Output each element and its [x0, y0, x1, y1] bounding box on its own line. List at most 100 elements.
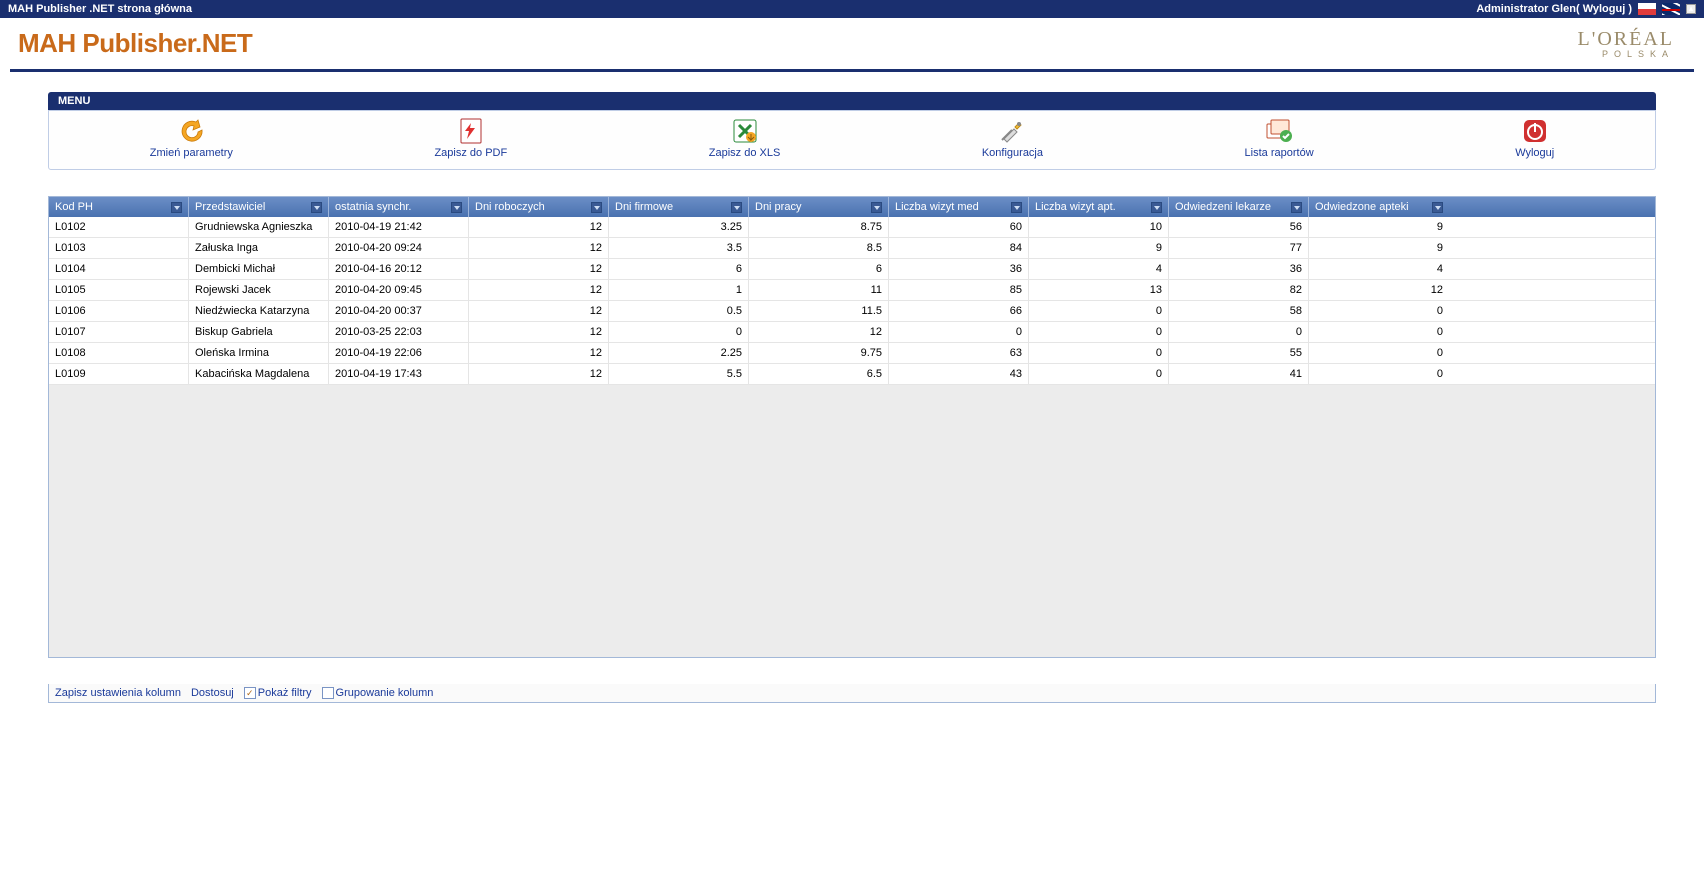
column-header[interactable]: Przedstawiciel [189, 197, 329, 217]
column-header[interactable]: Odwiedzone apteki [1309, 197, 1449, 217]
table-cell: 56 [1169, 217, 1309, 237]
table-row[interactable]: L0103Załuska Inga2010-04-20 09:24123.58.… [49, 238, 1655, 259]
table-cell: Dembicki Michał [189, 259, 329, 279]
column-menu-icon[interactable] [1011, 202, 1022, 213]
table-cell: 0 [1029, 343, 1169, 363]
tool-logout[interactable]: Wyloguj [1515, 117, 1554, 159]
app-title: MAH Publisher.NET [18, 28, 252, 59]
flag-uk-icon[interactable] [1662, 3, 1680, 15]
table-cell: 43 [889, 364, 1029, 384]
column-menu-icon[interactable] [591, 202, 602, 213]
table-cell: 2010-04-19 22:06 [329, 343, 469, 363]
topbar-admin: Administrator Glen( Wyloguj ) [1476, 3, 1632, 15]
customize-link[interactable]: Dostosuj [191, 687, 234, 699]
table-cell: 11 [749, 280, 889, 300]
group-columns-checkbox[interactable]: Grupowanie kolumn [322, 687, 434, 699]
table-cell: 12 [469, 364, 609, 384]
table-row[interactable]: L0105Rojewski Jacek2010-04-20 09:4512111… [49, 280, 1655, 301]
table-cell: 77 [1169, 238, 1309, 258]
table-cell: L0105 [49, 280, 189, 300]
column-menu-icon[interactable] [871, 202, 882, 213]
column-menu-icon[interactable] [311, 202, 322, 213]
topbar-right: Administrator Glen( Wyloguj ) ▴ [1476, 3, 1696, 15]
table-cell: 8.75 [749, 217, 889, 237]
column-menu-icon[interactable] [731, 202, 742, 213]
brand-logo: L'ORÉAL POLSKA [1578, 28, 1674, 59]
column-menu-icon[interactable] [1291, 202, 1302, 213]
column-menu-icon[interactable] [451, 202, 462, 213]
tool-label: Konfiguracja [982, 147, 1043, 159]
topbar-logout-link[interactable]: Wyloguj [1583, 3, 1626, 15]
flag-pl-icon[interactable] [1638, 3, 1656, 15]
data-grid: Kod PHPrzedstawicielostatnia synchr.Dni … [48, 196, 1656, 658]
table-row[interactable]: L0108Oleńska Irmina2010-04-19 22:06122.2… [49, 343, 1655, 364]
table-cell: 58 [1169, 301, 1309, 321]
table-cell: 0 [889, 322, 1029, 342]
table-cell: L0106 [49, 301, 189, 321]
table-cell: 2010-04-20 00:37 [329, 301, 469, 321]
table-cell: 0.5 [609, 301, 749, 321]
table-cell: 2010-03-25 22:03 [329, 322, 469, 342]
table-row[interactable]: L0109Kabacińska Magdalena2010-04-19 17:4… [49, 364, 1655, 385]
table-cell: L0102 [49, 217, 189, 237]
topbar-title: MAH Publisher .NET strona główna [8, 3, 192, 15]
table-cell: L0103 [49, 238, 189, 258]
table-cell: 5.5 [609, 364, 749, 384]
header-divider [10, 69, 1694, 72]
table-cell: Niedźwiecka Katarzyna [189, 301, 329, 321]
table-cell: 0 [609, 322, 749, 342]
tool-label: Lista raportów [1245, 147, 1314, 159]
table-cell: 0 [1029, 364, 1169, 384]
tool-label: Wyloguj [1515, 147, 1554, 159]
table-cell: 9 [1029, 238, 1169, 258]
table-row[interactable]: L0107Biskup Gabriela2010-03-25 22:031201… [49, 322, 1655, 343]
grid-header: Kod PHPrzedstawicielostatnia synchr.Dni … [49, 197, 1655, 217]
table-cell: 0 [1309, 301, 1449, 321]
column-menu-icon[interactable] [1432, 202, 1443, 213]
table-row[interactable]: L0102Grudniewska Agnieszka2010-04-19 21:… [49, 217, 1655, 238]
table-cell: 6.5 [749, 364, 889, 384]
tool-settings[interactable]: Konfiguracja [982, 117, 1043, 159]
tool-save-xls[interactable]: Zapisz do XLS [709, 117, 781, 159]
toolbar: Zmień parametry Zapisz do PDF Zapisz do … [48, 110, 1656, 170]
column-header[interactable]: Odwiedzeni lekarze [1169, 197, 1309, 217]
report-list-icon [1261, 117, 1297, 145]
table-cell: 4 [1309, 259, 1449, 279]
tool-save-pdf[interactable]: Zapisz do PDF [434, 117, 507, 159]
show-filters-checkbox[interactable]: Pokaż filtry [244, 687, 312, 699]
column-menu-icon[interactable] [1151, 202, 1162, 213]
table-row[interactable]: L0106Niedźwiecka Katarzyna2010-04-20 00:… [49, 301, 1655, 322]
table-cell: 12 [469, 217, 609, 237]
grid-body[interactable]: L0102Grudniewska Agnieszka2010-04-19 21:… [49, 217, 1655, 657]
table-cell: L0109 [49, 364, 189, 384]
table-cell: Kabacińska Magdalena [189, 364, 329, 384]
column-header[interactable]: Dni roboczych [469, 197, 609, 217]
table-cell: 13 [1029, 280, 1169, 300]
table-cell: Biskup Gabriela [189, 322, 329, 342]
column-header[interactable]: Liczba wizyt med [889, 197, 1029, 217]
column-header[interactable]: Dni firmowe [609, 197, 749, 217]
table-cell: 1 [609, 280, 749, 300]
grid-footer: Zapisz ustawienia kolumn Dostosuj Pokaż … [48, 684, 1656, 703]
table-cell: 12 [469, 238, 609, 258]
table-row[interactable]: L0104Dembicki Michał2010-04-16 20:121266… [49, 259, 1655, 280]
table-cell: 8.5 [749, 238, 889, 258]
tool-change-params[interactable]: Zmień parametry [150, 117, 233, 159]
column-header[interactable]: Liczba wizyt apt. [1029, 197, 1169, 217]
table-cell: Załuska Inga [189, 238, 329, 258]
tool-report-list[interactable]: Lista raportów [1245, 117, 1314, 159]
topbar: MAH Publisher .NET strona główna Adminis… [0, 0, 1704, 18]
table-cell: 2010-04-16 20:12 [329, 259, 469, 279]
save-columns-link[interactable]: Zapisz ustawienia kolumn [55, 687, 181, 699]
column-header[interactable]: Kod PH [49, 197, 189, 217]
column-header[interactable]: ostatnia synchr. [329, 197, 469, 217]
table-cell: 36 [1169, 259, 1309, 279]
table-cell: 9 [1309, 238, 1449, 258]
save-pdf-icon [453, 117, 489, 145]
table-cell: 6 [749, 259, 889, 279]
column-menu-icon[interactable] [171, 202, 182, 213]
table-cell: 0 [1309, 364, 1449, 384]
logout-icon [1517, 117, 1553, 145]
column-header[interactable]: Dni pracy [749, 197, 889, 217]
scroll-up-icon[interactable]: ▴ [1686, 4, 1696, 14]
